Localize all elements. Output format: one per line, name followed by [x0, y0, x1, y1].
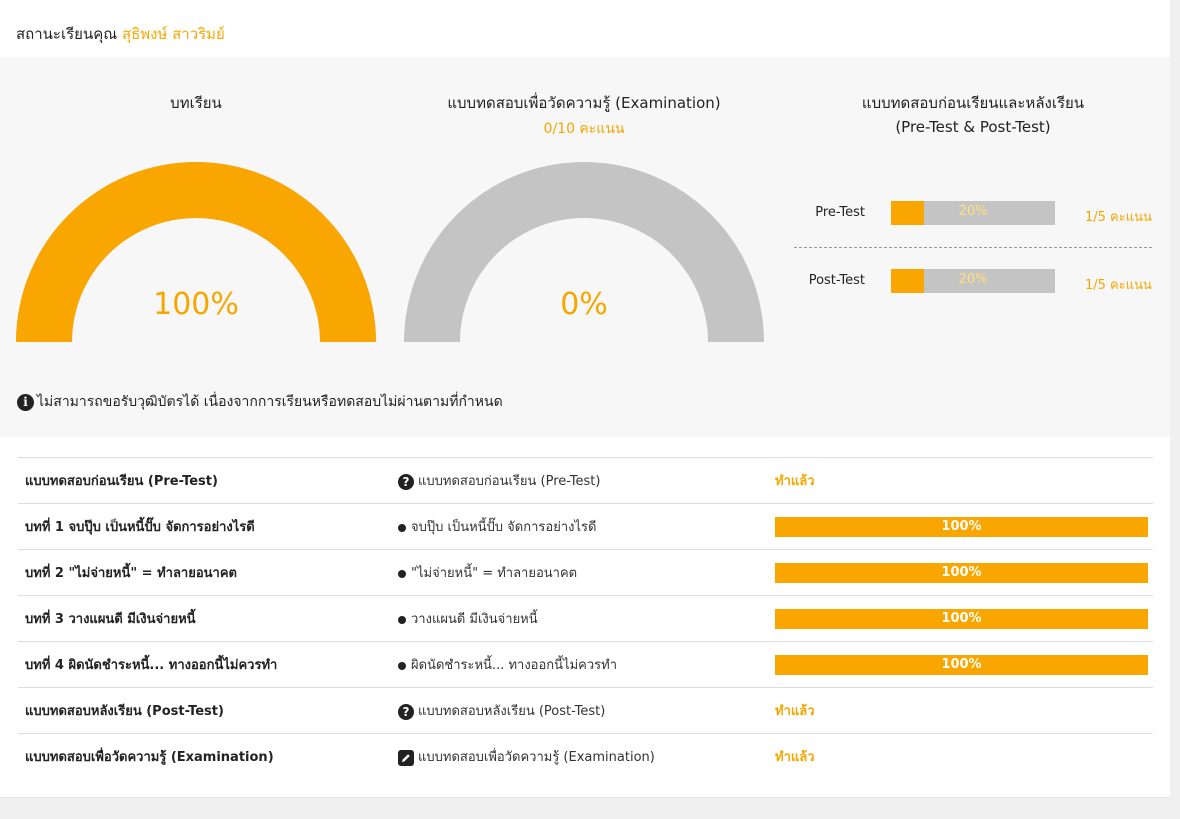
- posttest-score: 1/5 คะแนน: [1085, 278, 1152, 293]
- question-circle-icon: ?: [398, 703, 414, 720]
- row-item[interactable]: วางแผนดี มีเงินจ่ายหนี้: [398, 595, 775, 642]
- title-prefix: สถานะเรียนคุณ: [16, 25, 118, 43]
- divider: [794, 247, 1152, 248]
- row-title: แบบทดสอบเพื่อวัดความรู้ (Examination): [18, 733, 398, 779]
- status-done: ทำแล้ว: [775, 474, 815, 489]
- table-row: บทที่ 2 "ไม่จ่ายหนี้" = ทำลายอนาคต "ไม่จ…: [18, 549, 1153, 596]
- bullet-icon: [398, 615, 406, 624]
- row-item[interactable]: แบบทดสอบเพื่อวัดความรู้ (Examination): [398, 733, 775, 779]
- bullet-icon: [398, 661, 406, 670]
- bullet-icon: [398, 523, 406, 532]
- progress-bar: 100%: [775, 562, 1148, 583]
- exam-title: แบบทดสอบเพื่อวัดความรู้ (Examination): [447, 94, 721, 112]
- prepost-title-line2: (Pre-Test & Post-Test): [895, 118, 1051, 136]
- posttest-row: Post-Test 20% 1/5 คะแนน: [790, 269, 1160, 293]
- row-title: บทที่ 3 วางแผนดี มีเงินจ่ายหนี้: [18, 595, 398, 642]
- certificate-notice: i ไม่สามารถขอรับวุฒิบัตรได้ เนื่องจากการ…: [17, 391, 503, 413]
- row-title: แบบทดสอบหลังเรียน (Post-Test): [18, 687, 398, 734]
- pretest-bar: 20%: [891, 201, 1055, 225]
- row-item-label: "ไม่จ่ายหนี้" = ทำลายอนาคต: [411, 566, 578, 581]
- row-item[interactable]: "ไม่จ่ายหนี้" = ทำลายอนาคต: [398, 549, 775, 596]
- status-done: ทำแล้ว: [775, 750, 815, 765]
- summary-panel: บทเรียน 100% แบบทดสอบเพื่อวัดความรู้ (Ex…: [0, 57, 1170, 437]
- page-scrollbar-gutter: [1170, 0, 1180, 819]
- row-item-label: จบปุ๊บ เป็นหนี้ปั๊บ จัดการอย่างไรดี: [411, 520, 597, 535]
- table-row: บทที่ 4 ผิดนัดชำระหนี้... ทางออกนี้ไม่คว…: [18, 641, 1153, 688]
- notice-text: ไม่สามารถขอรับวุฒิบัตรได้ เนื่องจากการเร…: [37, 394, 503, 410]
- lessons-percent: 100%: [153, 287, 239, 322]
- pretest-label: Pre-Test: [815, 205, 865, 220]
- pretest-score: 1/5 คะแนน: [1085, 210, 1152, 225]
- row-item-label: แบบทดสอบหลังเรียน (Post-Test): [418, 704, 606, 719]
- progress-bar: 100%: [775, 516, 1148, 537]
- pretest-row: Pre-Test 20% 1/5 คะแนน: [790, 201, 1160, 225]
- row-title: แบบทดสอบก่อนเรียน (Pre-Test): [18, 457, 398, 504]
- row-item[interactable]: จบปุ๊บ เป็นหนี้ปั๊บ จัดการอย่างไรดี: [398, 503, 775, 550]
- exam-score: 0/10 คะแนน: [543, 121, 625, 137]
- row-item-label: ผิดนัดชำระหนี้... ทางออกนี้ไม่ควรทำ: [411, 658, 618, 673]
- pretest-bar-label: 20%: [958, 204, 988, 219]
- row-title: บทที่ 1 จบปุ๊บ เป็นหนี้ปั๊บ จัดการอย่างไ…: [18, 503, 398, 550]
- status-card: สถานะเรียนคุณ สุธิพงษ์ สาวริมย์ บทเรียน …: [0, 0, 1170, 798]
- posttest-bar: 20%: [891, 269, 1055, 293]
- row-item-label: แบบทดสอบเพื่อวัดความรู้ (Examination): [418, 750, 655, 765]
- row-item[interactable]: ? แบบทดสอบหลังเรียน (Post-Test): [398, 687, 775, 734]
- progress-bar: 100%: [775, 608, 1148, 629]
- status-done: ทำแล้ว: [775, 704, 815, 719]
- table-row: แบบทดสอบหลังเรียน (Post-Test) ? แบบทดสอบห…: [18, 687, 1153, 734]
- progress-table: แบบทดสอบก่อนเรียน (Pre-Test) ? แบบทดสอบก่…: [18, 457, 1153, 779]
- row-item[interactable]: ผิดนัดชำระหนี้... ทางออกนี้ไม่ควรทำ: [398, 641, 775, 688]
- row-item-label: วางแผนดี มีเงินจ่ายหนี้: [411, 612, 538, 627]
- posttest-bar-label: 20%: [958, 272, 988, 287]
- table-row: แบบทดสอบเพื่อวัดความรู้ (Examination) แบ…: [18, 733, 1153, 779]
- row-item[interactable]: ? แบบทดสอบก่อนเรียน (Pre-Test): [398, 457, 775, 504]
- row-title: บทที่ 2 "ไม่จ่ายหนี้" = ทำลายอนาคต: [18, 549, 398, 596]
- lessons-title: บทเรียน: [170, 94, 222, 112]
- row-title: บทที่ 4 ผิดนัดชำระหนี้... ทางออกนี้ไม่คว…: [18, 641, 398, 688]
- row-item-label: แบบทดสอบก่อนเรียน (Pre-Test): [418, 474, 601, 489]
- edit-icon: [398, 749, 414, 766]
- posttest-label: Post-Test: [808, 273, 865, 288]
- progress-bar: 100%: [775, 654, 1148, 675]
- info-icon: i: [17, 393, 34, 411]
- prepost-title-line1: แบบทดสอบก่อนเรียนและหลังเรียน: [861, 94, 1085, 112]
- table-row: บทที่ 1 จบปุ๊บ เป็นหนี้ปั๊บ จัดการอย่างไ…: [18, 503, 1153, 550]
- table-row: บทที่ 3 วางแผนดี มีเงินจ่ายหนี้ วางแผนดี…: [18, 595, 1153, 642]
- bullet-icon: [398, 569, 406, 578]
- exam-percent: 0%: [560, 287, 608, 322]
- table-row: แบบทดสอบก่อนเรียน (Pre-Test) ? แบบทดสอบก่…: [18, 457, 1153, 504]
- question-circle-icon: ?: [398, 473, 414, 490]
- page-title: สถานะเรียนคุณ สุธิพงษ์ สาวริมย์: [16, 22, 225, 46]
- student-name: สุธิพงษ์ สาวริมย์: [121, 25, 225, 43]
